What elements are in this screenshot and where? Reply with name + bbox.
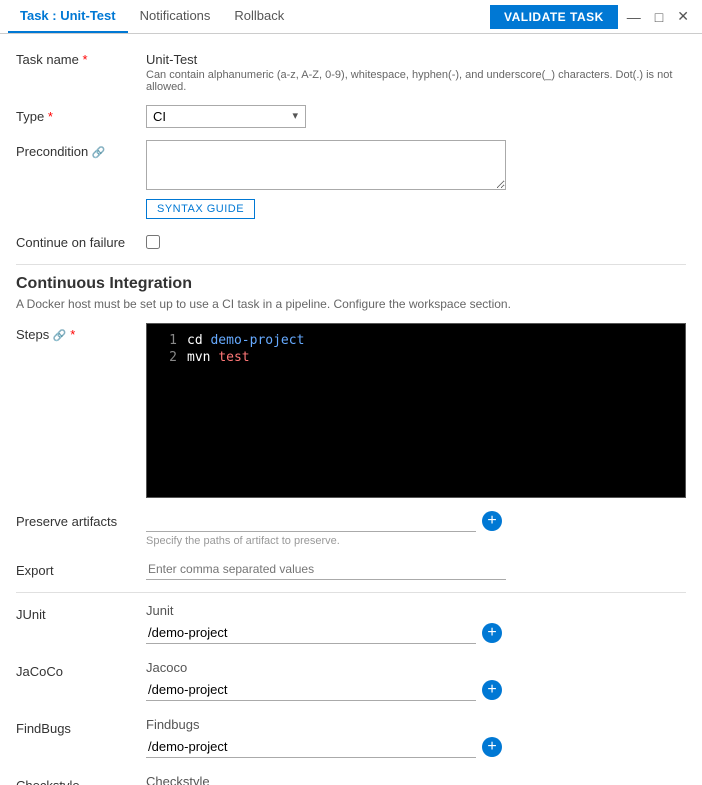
findbugs-add-button[interactable]: + [482,737,502,757]
checkstyle-row: Checkstyle Checkstyle + [16,774,686,785]
task-name-required: * [83,52,88,67]
continue-on-failure-checkbox[interactable] [146,235,160,249]
jacoco-value: Jacoco + [146,660,686,705]
line-content-1: cd demo-project [187,333,304,348]
junit-row: JUnit Junit + [16,603,686,648]
minimize-icon: — [627,9,641,25]
ci-section-desc: A Docker host must be set up to use a CI… [16,297,686,311]
steps-editor-container: 1 cd demo-project 2 mvn test [146,323,686,498]
precondition-row: Precondition 🔗 SYNTAX GUIDE [16,140,686,219]
plus-icon: + [487,512,496,530]
export-label: Export [16,559,146,578]
steps-code-editor[interactable]: 1 cd demo-project 2 mvn test [146,323,686,498]
steps-link-icon[interactable]: 🔗 [53,330,67,342]
findbugs-row: FindBugs Findbugs + [16,717,686,762]
preserve-artifacts-value: + Specify the paths of artifact to prese… [146,510,686,547]
preserve-artifacts-input[interactable] [146,510,476,532]
junit-path-input[interactable] [146,622,476,644]
findbugs-path-input[interactable] [146,736,476,758]
steps-label: Steps 🔗 * [16,323,146,342]
export-input[interactable] [146,559,506,580]
divider-1 [16,264,686,265]
preserve-artifacts-hint: Specify the paths of artifact to preserv… [146,535,686,547]
task-name-value: Unit-Test Can contain alphanumeric (a-z,… [146,48,686,93]
type-label: Type * [16,105,146,124]
syntax-guide-button[interactable]: SYNTAX GUIDE [146,199,255,219]
plus-icon-jacoco: + [487,681,496,699]
checkstyle-value: Checkstyle + [146,774,686,785]
jacoco-name-label: Jacoco [146,660,686,675]
divider-2 [16,592,686,593]
jacoco-row: JaCoCo Jacoco + [16,660,686,705]
close-icon: ✕ [677,8,689,24]
preserve-artifacts-add-button[interactable]: + [482,511,502,531]
task-name-label: Task name * [16,48,146,67]
export-row: Export [16,559,686,580]
code-line-2: 2 mvn test [147,349,685,366]
jacoco-label: JaCoCo [16,660,146,679]
validate-task-button[interactable]: VALIDATE TASK [490,5,618,29]
close-button[interactable]: ✕ [672,6,694,27]
tab-notifications[interactable]: Notifications [128,0,223,33]
type-value: CI Maven Gradle Ant [146,105,686,128]
type-select-wrapper: CI Maven Gradle Ant [146,105,306,128]
line-num-1: 1 [153,333,177,348]
steps-required: * [70,327,75,342]
preserve-artifacts-label: Preserve artifacts [16,510,146,529]
task-name-row: Task name * Unit-Test Can contain alphan… [16,48,686,93]
restore-button[interactable]: □ [650,7,668,27]
jacoco-path-row: + [146,679,686,701]
findbugs-value: Findbugs + [146,717,686,762]
precondition-label: Precondition 🔗 [16,140,146,159]
junit-label: JUnit [16,603,146,622]
junit-add-button[interactable]: + [482,623,502,643]
steps-row: Steps 🔗 * 1 cd demo-project 2 mvn test [16,323,686,498]
export-value [146,559,686,580]
continue-on-failure-label: Continue on failure [16,231,146,250]
junit-name-label: Junit [146,603,686,618]
minimize-button[interactable]: — [622,7,646,27]
jacoco-add-button[interactable]: + [482,680,502,700]
continue-on-failure-value [146,231,686,252]
junit-path-row: + [146,622,686,644]
preserve-artifacts-row: Preserve artifacts + Specify the paths o… [16,510,686,547]
restore-icon: □ [655,9,663,25]
findbugs-label: FindBugs [16,717,146,736]
task-name-display: Unit-Test [146,48,686,67]
line-content-2: mvn test [187,350,250,365]
main-content: Task name * Unit-Test Can contain alphan… [0,34,702,785]
code-line-1: 1 cd demo-project [147,332,685,349]
line-num-2: 2 [153,350,177,365]
tab-task[interactable]: Task : Unit-Test [8,0,128,33]
type-row: Type * CI Maven Gradle Ant [16,105,686,128]
continue-on-failure-row: Continue on failure [16,231,686,252]
findbugs-path-row: + [146,736,686,758]
precondition-value: SYNTAX GUIDE [146,140,686,219]
type-select[interactable]: CI Maven Gradle Ant [146,105,306,128]
precondition-link-icon[interactable]: 🔗 [92,147,106,159]
checkstyle-name-label: Checkstyle [146,774,686,785]
precondition-textarea[interactable] [146,140,506,190]
task-name-hint: Can contain alphanumeric (a-z, A-Z, 0-9)… [146,69,686,93]
plus-icon-junit: + [487,624,496,642]
findbugs-name-label: Findbugs [146,717,686,732]
tab-rollback[interactable]: Rollback [222,0,296,33]
jacoco-path-input[interactable] [146,679,476,701]
ci-section-title: Continuous Integration [16,275,686,293]
type-required: * [48,109,53,124]
junit-value: Junit + [146,603,686,648]
plus-icon-findbugs: + [487,738,496,756]
header-actions: VALIDATE TASK — □ ✕ [490,5,694,29]
header: Task : Unit-Test Notifications Rollback … [0,0,702,34]
preserve-artifacts-input-row: + [146,510,686,532]
checkstyle-label: Checkstyle [16,774,146,785]
